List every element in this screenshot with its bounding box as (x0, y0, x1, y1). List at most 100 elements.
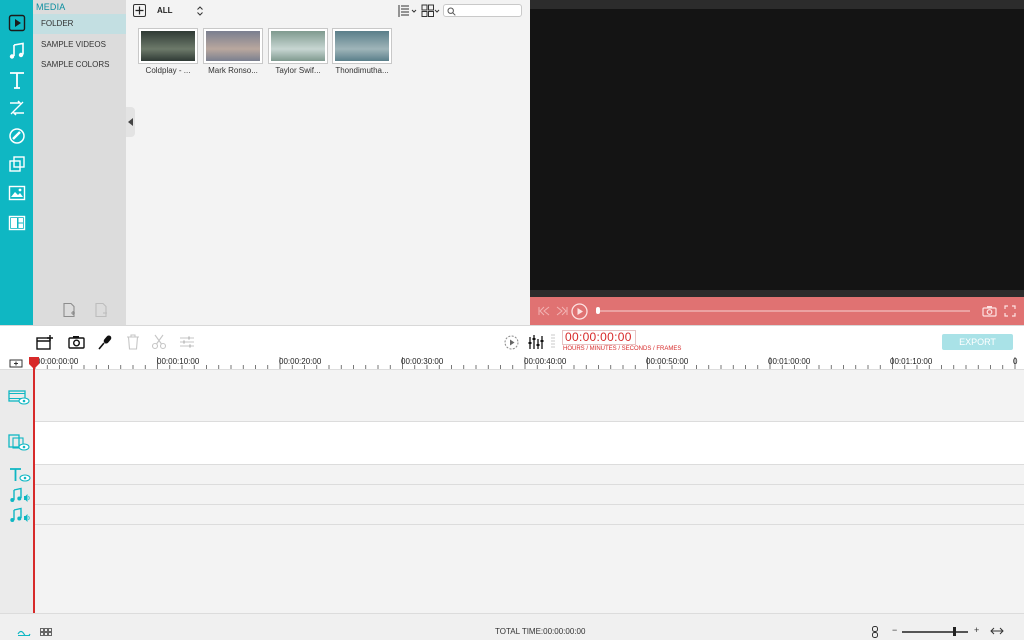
delete-button[interactable] (124, 333, 142, 351)
adjust-button[interactable] (178, 333, 196, 351)
export-button[interactable]: EXPORT (942, 334, 1013, 350)
left-icon-rail (0, 0, 33, 325)
filter-select-arrow[interactable] (196, 4, 204, 16)
add-folder-button[interactable] (61, 302, 77, 318)
video-track[interactable] (33, 370, 1024, 422)
split-button[interactable] (150, 333, 168, 351)
remove-folder-button[interactable] (93, 302, 109, 318)
timecode-display[interactable]: 00:00:00:00 (562, 330, 636, 345)
ruler-label: 00:00:40:00 (524, 357, 567, 366)
thumbnail-view-icon[interactable] (40, 628, 52, 636)
category-item-folder[interactable]: FOLDER (33, 14, 126, 34)
track-manager-icon[interactable] (17, 627, 31, 636)
play-circle-dashed-icon (504, 335, 518, 349)
library-toolbar: ALL (126, 0, 530, 22)
split-screen-tab-button[interactable] (5, 212, 28, 234)
drag-handle-icon (551, 334, 555, 348)
playhead[interactable] (33, 358, 35, 613)
camera-icon (67, 336, 85, 349)
grid-icon (421, 4, 440, 17)
trash-icon (127, 334, 139, 350)
record-voiceover-button[interactable] (96, 333, 114, 351)
zoom-slider-thumb[interactable] (953, 627, 957, 636)
import-media-button[interactable] (133, 4, 146, 17)
overlays-tab-button[interactable] (5, 153, 28, 175)
delete-folder-icon (95, 302, 107, 318)
record-webcam-button[interactable] (67, 333, 85, 351)
media-category-panel: MEDIA FOLDER SAMPLE VIDEOS SAMPLE COLORS (33, 0, 126, 325)
fullscreen-icon[interactable] (1004, 305, 1016, 317)
add-media-track-button[interactable] (36, 333, 54, 351)
view-mode-button[interactable] (421, 4, 441, 18)
elements-tab-button[interactable] (5, 182, 28, 204)
zoom-in-button[interactable]: + (974, 625, 979, 635)
microphone-icon (98, 335, 112, 350)
media-thumbnail[interactable] (203, 28, 263, 64)
sort-button[interactable] (398, 4, 418, 18)
ruler-label: 00:00:20:00 (279, 357, 322, 366)
audio-mixer-button[interactable] (527, 333, 545, 351)
thumbnail-image (141, 31, 195, 61)
audio-track-1[interactable] (33, 485, 1024, 505)
link-chain-icon[interactable] (871, 626, 879, 638)
app-window: MEDIA FOLDER SAMPLE VIDEOS SAMPLE COLORS… (0, 0, 1024, 640)
thumbnail-label: Thondimutha... (335, 66, 389, 75)
total-time-label: TOTAL TIME:00:00:00:00 (495, 627, 586, 636)
filter-select[interactable]: ALL (157, 6, 173, 15)
text-tab-button[interactable] (5, 69, 28, 91)
fit-timeline-icon[interactable] (990, 627, 1004, 635)
adjust-sliders-icon (180, 336, 194, 348)
play-icon[interactable] (571, 303, 588, 320)
preview-scrub-track[interactable] (597, 310, 970, 312)
timeline-ruler[interactable]: 00:00:00:00 00:00:10:00 00:00:20:00 00:0… (0, 356, 1024, 370)
pip-track-eye-icon[interactable] (8, 434, 30, 452)
media-thumbnail[interactable] (138, 28, 198, 64)
category-item-sample-colors[interactable]: SAMPLE COLORS (33, 55, 126, 75)
zoom-out-button[interactable]: − (892, 625, 897, 635)
text-track[interactable] (33, 465, 1024, 485)
search-icon (447, 7, 456, 16)
preview-scrub-handle[interactable] (596, 307, 600, 314)
skip-forward-icon[interactable] (556, 306, 568, 316)
ruler-ticks (34, 357, 1016, 369)
chevron-left-icon (127, 118, 133, 126)
zoom-slider-track[interactable] (902, 631, 968, 633)
render-preview-button[interactable] (502, 333, 520, 351)
thumbnail-image (271, 31, 325, 61)
music-tab-button[interactable] (5, 40, 28, 62)
search-input-box[interactable] (443, 4, 522, 17)
skip-back-icon[interactable] (538, 306, 550, 316)
filters-tab-button[interactable] (5, 125, 28, 147)
split-screen-icon (8, 215, 25, 231)
video-track-eye-icon[interactable] (8, 389, 30, 405)
timecode-grip-handle[interactable] (550, 333, 556, 351)
transitions-tab-button[interactable] (5, 97, 28, 119)
preview-top-bar (530, 0, 1024, 9)
media-play-icon (8, 14, 25, 32)
category-item-sample-videos[interactable]: SAMPLE VIDEOS (33, 35, 126, 55)
audio-track-2[interactable] (33, 505, 1024, 525)
ruler-label: 00:00:00:00 (36, 357, 79, 366)
new-folder-icon (63, 302, 75, 318)
media-library: ALL Coldplay - ... Mark Ronso... Taylor … (126, 0, 530, 325)
collapse-panel-button[interactable] (126, 107, 135, 137)
search-input[interactable] (457, 5, 519, 16)
plus-icon (135, 6, 144, 15)
media-tab-button[interactable] (5, 12, 28, 34)
audio-track-1-icon[interactable] (9, 487, 31, 503)
audio-track-2-icon[interactable] (9, 507, 31, 523)
timeline-toolbar: 00:00:00:00 HOURS / MINUTES / SECONDS / … (0, 325, 1024, 356)
preview-divider (530, 290, 1024, 297)
thumbnail-image (335, 31, 389, 61)
thumbnail-label: Coldplay - ... (145, 66, 191, 75)
media-thumbnail[interactable] (332, 28, 392, 64)
playhead-marker-icon[interactable] (29, 357, 39, 369)
pip-track[interactable] (33, 422, 1024, 465)
empty-timeline-area[interactable] (33, 525, 1024, 613)
ruler-label: 00:00:30:00 (401, 357, 444, 366)
media-thumbnail[interactable] (268, 28, 328, 64)
thumbnail-image (206, 31, 260, 61)
snapshot-camera-icon[interactable] (982, 305, 997, 317)
text-track-eye-icon[interactable] (9, 467, 31, 483)
preview-screen (530, 9, 1024, 290)
